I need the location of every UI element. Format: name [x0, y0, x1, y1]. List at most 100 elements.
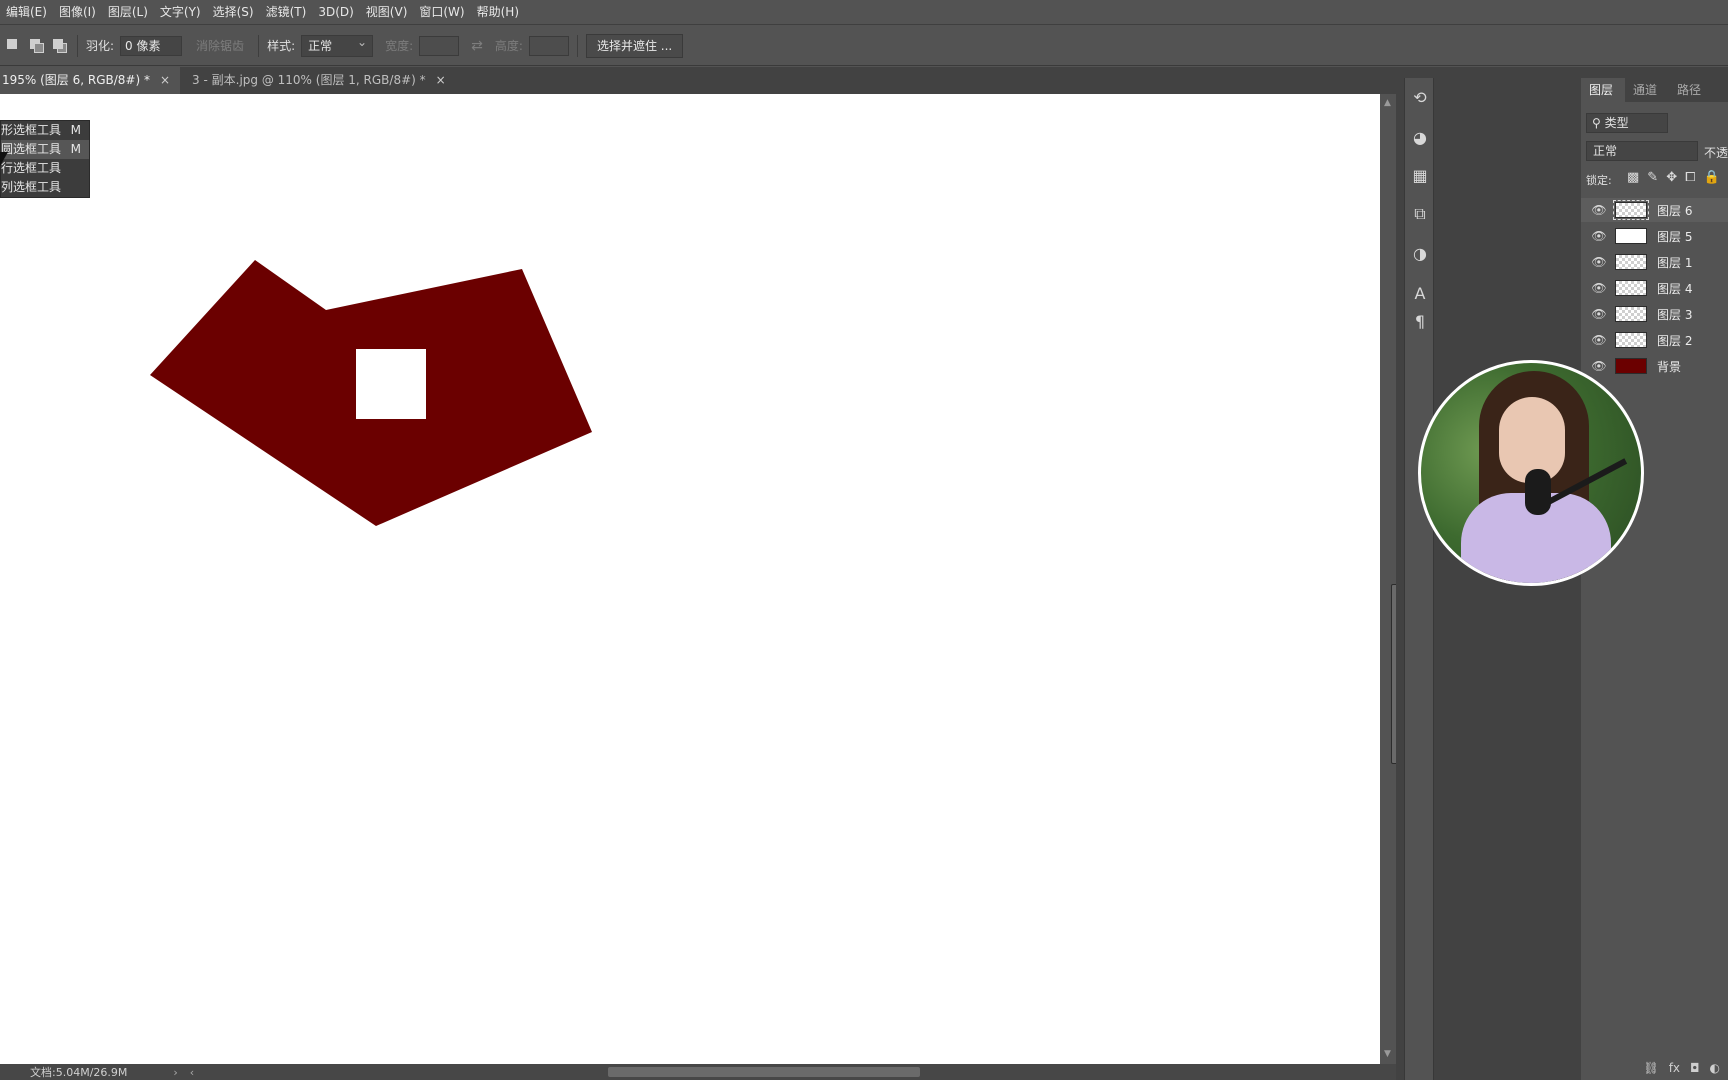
- menu-image[interactable]: 图像(I): [53, 0, 102, 25]
- eye-icon[interactable]: 👁: [1591, 281, 1607, 295]
- scroll-up-icon[interactable]: ▲: [1384, 98, 1391, 108]
- layer-row[interactable]: 👁 图层 2: [1581, 328, 1728, 352]
- layers-panel-tabs: 图层 通道 路径: [1581, 78, 1728, 102]
- link-icon[interactable]: ⛓: [1643, 1061, 1658, 1075]
- layer-row[interactable]: 👁 图层 3: [1581, 302, 1728, 326]
- flyout-item-label: 行选框工具: [1, 161, 62, 175]
- menu-view[interactable]: 视图(V): [360, 0, 414, 25]
- document-canvas[interactable]: [0, 94, 1380, 1064]
- eye-icon[interactable]: 👁: [1591, 333, 1607, 347]
- flyout-item-label: 形选框工具: [1, 123, 62, 137]
- swap-icon[interactable]: ⇄: [471, 38, 483, 54]
- tab-label: 3 - 副本.jpg @ 110% (图层 1, RGB/8#) *: [192, 73, 426, 87]
- mouse-cursor-icon: [0, 152, 8, 166]
- layer-thumbnail: [1615, 280, 1647, 296]
- feather-input[interactable]: 0 像素: [120, 35, 183, 56]
- new-selection-icon[interactable]: [5, 37, 23, 55]
- layer-thumbnail: [1615, 228, 1647, 244]
- history-icon[interactable]: ⟲: [1405, 88, 1435, 107]
- paragraph-icon[interactable]: ¶: [1405, 312, 1435, 331]
- tab-label: 195% (图层 6, RGB/8#) *: [2, 73, 150, 87]
- character-icon[interactable]: A: [1405, 284, 1435, 303]
- eye-icon[interactable]: 👁: [1591, 359, 1607, 373]
- tab-document-1[interactable]: 195% (图层 6, RGB/8#) * ×: [0, 67, 181, 94]
- layer-name: 图层 4: [1657, 281, 1693, 296]
- eye-icon[interactable]: 👁: [1591, 307, 1607, 321]
- scroll-left-icon[interactable]: ‹: [190, 1066, 194, 1079]
- tab-document-2[interactable]: 3 - 副本.jpg @ 110% (图层 1, RGB/8#) * ×: [180, 67, 456, 94]
- lock-options: ▩ ✎ ✥ ⧠ 🔒: [1627, 170, 1720, 185]
- layer-row[interactable]: 👁 图层 1: [1581, 250, 1728, 274]
- flyout-item-label: 列选框工具: [1, 180, 62, 194]
- eye-icon[interactable]: 👁: [1591, 203, 1607, 217]
- blend-mode-select[interactable]: 正常: [1586, 141, 1698, 161]
- layer-filter-select[interactable]: ⚲ 类型: [1586, 113, 1668, 133]
- flyout-item-ellipse-marquee[interactable]: 圆选框工具 M: [1, 140, 89, 159]
- add-selection-icon[interactable]: [28, 37, 46, 55]
- close-icon[interactable]: ×: [160, 67, 170, 94]
- flyout-item-rect-marquee[interactable]: 形选框工具 M: [1, 121, 89, 140]
- layer-name: 图层 6: [1657, 203, 1693, 218]
- document-size: 文档:5.04M/26.9M: [30, 1066, 128, 1079]
- scroll-down-icon[interactable]: ▼: [1384, 1049, 1391, 1059]
- tab-layers[interactable]: 图层: [1581, 78, 1625, 102]
- layer-thumbnail: [1615, 306, 1647, 322]
- lock-transparency-icon[interactable]: ▩: [1627, 170, 1639, 185]
- lock-label: 锁定:: [1586, 174, 1612, 187]
- lock-all-icon[interactable]: 🔒: [1704, 170, 1720, 185]
- flyout-item-row-marquee[interactable]: 行选框工具: [1, 159, 89, 178]
- intersect-selection-icon[interactable]: [51, 37, 69, 55]
- webcam-overlay: [1418, 360, 1644, 586]
- layer-thumbnail: [1613, 200, 1649, 220]
- layer-name: 图层 2: [1657, 333, 1693, 348]
- antialias-checkbox-label[interactable]: 消除锯齿: [196, 37, 244, 54]
- height-input[interactable]: [528, 35, 569, 56]
- layer-row[interactable]: 👁 图层 5: [1581, 224, 1728, 248]
- width-input[interactable]: [419, 35, 460, 56]
- filter-label: 类型: [1604, 116, 1629, 130]
- lock-pixels-icon[interactable]: ✎: [1647, 170, 1658, 185]
- select-and-mask-button[interactable]: 选择并遮住 ...: [585, 33, 684, 58]
- layer-thumbnail: [1615, 358, 1647, 374]
- libraries-icon[interactable]: ⧉: [1405, 204, 1435, 224]
- tab-paths[interactable]: 路径: [1669, 78, 1713, 102]
- palette-icon[interactable]: ◕: [1405, 128, 1435, 147]
- menu-window[interactable]: 窗口(W): [413, 0, 470, 25]
- menu-select[interactable]: 选择(S): [207, 0, 260, 25]
- status-bar: 文档:5.04M/26.9M › ‹: [0, 1064, 1396, 1080]
- layer-row[interactable]: 👁 图层 6: [1581, 198, 1728, 222]
- lock-artboard-icon[interactable]: ⧠: [1685, 170, 1695, 185]
- eye-icon[interactable]: 👁: [1591, 229, 1607, 243]
- vertical-scrollbar[interactable]: ▲ ▼: [1380, 94, 1401, 1064]
- menu-layer[interactable]: 图层(L): [102, 0, 154, 25]
- eye-icon[interactable]: 👁: [1591, 255, 1607, 269]
- menu-edit[interactable]: 编辑(E): [0, 0, 53, 25]
- menu-help[interactable]: 帮助(H): [471, 0, 525, 25]
- chevron-right-icon[interactable]: ›: [173, 1066, 177, 1079]
- mask-icon[interactable]: ◘: [1690, 1061, 1700, 1075]
- lock-position-icon[interactable]: ✥: [1666, 170, 1677, 185]
- flyout-item-column-marquee[interactable]: 列选框工具: [1, 178, 89, 197]
- height-label: 高度:: [494, 39, 523, 53]
- adjustment-layer-icon[interactable]: ◐: [1710, 1061, 1720, 1075]
- menu-type[interactable]: 文字(Y): [154, 0, 207, 25]
- close-icon[interactable]: ×: [436, 67, 446, 94]
- panel-icon-strip: ⟲ ◕ ▦ ⧉ ◑ A ¶: [1404, 78, 1434, 1080]
- divider: [576, 34, 578, 57]
- feather-label: 羽化:: [86, 39, 115, 53]
- tab-channels[interactable]: 通道: [1625, 78, 1669, 102]
- menu-bar: 编辑(E) 图像(I) 图层(L) 文字(Y) 选择(S) 滤镜(T) 3D(D…: [0, 0, 1728, 25]
- menu-filter[interactable]: 滤镜(T): [260, 0, 313, 25]
- horizontal-scroll-thumb[interactable]: [608, 1067, 920, 1077]
- layer-row[interactable]: 👁 图层 4: [1581, 276, 1728, 300]
- document-tabs: 195% (图层 6, RGB/8#) * × 3 - 副本.jpg @ 110…: [0, 67, 1396, 94]
- layer-name: 图层 5: [1657, 229, 1693, 244]
- grid-icon[interactable]: ▦: [1405, 166, 1435, 185]
- adjustments-icon[interactable]: ◑: [1405, 244, 1435, 263]
- style-select[interactable]: 正常: [301, 34, 374, 57]
- layer-row[interactable]: 👁 背景: [1581, 354, 1728, 378]
- layer-name: 图层 1: [1657, 255, 1693, 270]
- divider: [258, 34, 260, 57]
- menu-3d[interactable]: 3D(D): [312, 0, 359, 25]
- fx-icon[interactable]: fx: [1669, 1061, 1680, 1075]
